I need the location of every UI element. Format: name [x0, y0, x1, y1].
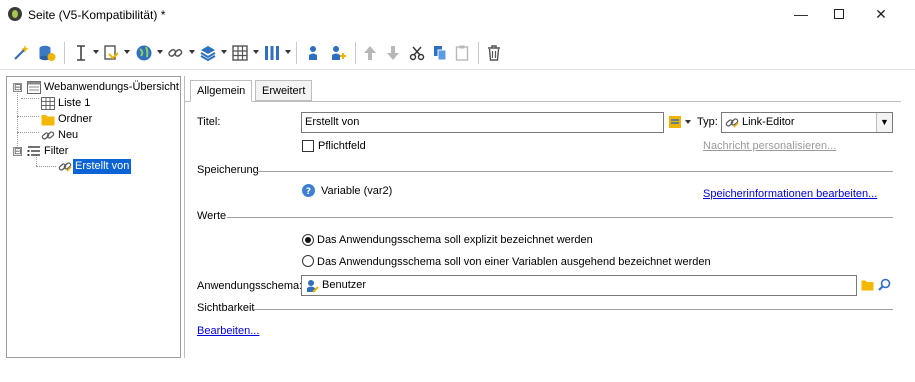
visibility-section-title: Sichtbarkeit	[197, 302, 255, 314]
chevron-down-icon[interactable]	[285, 50, 291, 54]
svg-text:?: ?	[306, 187, 311, 197]
link-button[interactable]	[167, 44, 185, 62]
close-button[interactable]: ✕	[866, 4, 896, 24]
user-schema-icon	[307, 280, 319, 293]
app-logo-icon	[8, 7, 22, 21]
copy-button[interactable]	[432, 44, 448, 62]
schema-label: Anwendungsschema:	[197, 280, 303, 292]
required-label: Pflichtfeld	[318, 140, 366, 152]
toolbar-separator	[64, 42, 65, 64]
delete-button[interactable]	[487, 44, 501, 62]
maximize-icon	[834, 9, 844, 19]
collapse-icon[interactable]: ⊟	[13, 83, 22, 92]
tree-item-label: Ordner	[58, 113, 93, 125]
required-checkbox[interactable]	[302, 140, 314, 152]
tab-advanced[interactable]: Erweitert	[255, 80, 313, 101]
magic-wand-button[interactable]	[12, 44, 30, 62]
radio-variable-schema[interactable]	[302, 255, 314, 267]
values-section-title: Werte	[197, 210, 227, 222]
section-divider	[257, 171, 893, 172]
chevron-down-icon[interactable]	[93, 50, 99, 54]
link-editor-icon	[725, 118, 739, 128]
toolbar-separator	[478, 42, 479, 64]
variable-text: Variable (var2)	[321, 185, 393, 197]
tree-item-label: Neu	[58, 129, 79, 141]
window-title: Seite (V5-Kompatibilität) *	[28, 8, 166, 22]
tree-connector	[36, 166, 56, 167]
title-input[interactable]: Erstellt von	[301, 112, 664, 133]
edit-storage-link[interactable]: Speicherinformationen bearbeiten...	[703, 188, 877, 200]
minimize-button[interactable]: —	[786, 4, 816, 24]
link-icon	[41, 131, 55, 140]
columns-button[interactable]	[263, 44, 281, 62]
text-format-button[interactable]	[668, 115, 682, 129]
grid-list-icon	[41, 97, 55, 110]
storage-section-title: Speicherung	[197, 164, 259, 176]
chevron-down-icon[interactable]	[124, 50, 130, 54]
radio-explicit-label: Das Anwendungsschema soll explizit bezei…	[317, 234, 593, 246]
chevron-down-icon[interactable]	[157, 50, 163, 54]
folder-browse-button[interactable]	[861, 279, 874, 291]
properties-panel: Allgemein Erweitert Titel: Erstellt von …	[184, 76, 901, 358]
title-bar: Seite (V5-Kompatibilität) * — ✕	[0, 0, 915, 30]
link-editor-icon	[58, 162, 72, 172]
toolbar-separator	[355, 42, 356, 64]
tab-general[interactable]: Allgemein	[190, 80, 253, 102]
database-button[interactable]	[38, 44, 56, 62]
move-up-button[interactable]	[363, 44, 377, 62]
text-cursor-button[interactable]	[74, 44, 88, 62]
section-divider	[227, 217, 893, 218]
table-button[interactable]	[231, 44, 249, 62]
user-button[interactable]	[305, 44, 321, 62]
tree-item-label: Filter	[44, 145, 69, 157]
chevron-down-icon[interactable]: ▼	[876, 113, 892, 132]
globe-button[interactable]	[135, 44, 153, 62]
filter-list-icon	[27, 146, 40, 156]
type-select-value: Link-Editor	[742, 116, 795, 128]
web-app-overview-icon	[27, 81, 41, 94]
layers-button[interactable]	[199, 44, 217, 62]
search-icon[interactable]	[878, 278, 891, 291]
type-select[interactable]: Link-Editor ▼	[721, 112, 893, 133]
move-down-button[interactable]	[386, 44, 400, 62]
collapse-icon[interactable]: ⊟	[13, 147, 22, 156]
chevron-down-icon[interactable]	[685, 120, 691, 124]
tree-item-label: Liste 1	[58, 97, 91, 109]
radio-explicit-schema[interactable]	[302, 234, 314, 246]
form-field-button[interactable]	[104, 44, 120, 62]
tree-connector	[17, 116, 39, 117]
paste-button[interactable]	[455, 44, 469, 62]
structure-tree: ⊟ Webanwendungs-Übersicht Liste 1 Ordner…	[6, 76, 181, 358]
schema-value: Benutzer	[322, 279, 367, 291]
chevron-down-icon[interactable]	[221, 50, 227, 54]
toolbar-separator	[296, 42, 297, 64]
schema-input[interactable]: Benutzer	[301, 275, 857, 296]
type-label: Typ:	[697, 116, 718, 128]
tree-connector	[17, 132, 39, 133]
folder-icon	[41, 115, 55, 126]
help-icon: ?	[302, 184, 315, 197]
radio-variable-label: Das Anwendungsschema soll von einer Vari…	[317, 256, 711, 268]
add-user-button[interactable]	[329, 44, 347, 62]
toolbar	[0, 36, 915, 70]
tree-item-label: Erstellt von	[73, 159, 132, 174]
chevron-down-icon[interactable]	[253, 50, 259, 54]
tree-connector	[17, 90, 18, 148]
title-label: Titel:	[197, 116, 221, 128]
cut-button[interactable]	[409, 44, 425, 62]
edit-visibility-link[interactable]: Bearbeiten...	[197, 325, 259, 337]
tree-connector	[21, 98, 39, 99]
personalize-message-link[interactable]: Nachricht personalisieren...	[703, 140, 836, 152]
section-divider	[253, 309, 893, 310]
tree-item-label: Webanwendungs-Übersicht	[44, 81, 179, 93]
chevron-down-icon[interactable]	[189, 50, 195, 54]
tab-strip-border	[185, 101, 901, 102]
maximize-button[interactable]	[824, 4, 854, 24]
